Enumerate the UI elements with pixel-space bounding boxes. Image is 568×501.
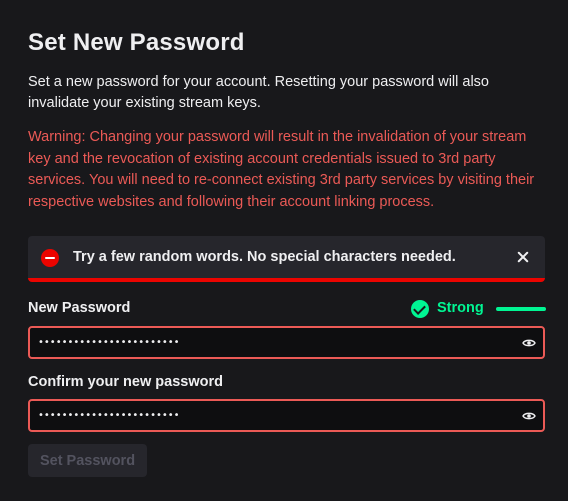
confirm-password-input[interactable]: [38, 401, 508, 430]
eye-icon[interactable]: [522, 336, 536, 350]
eye-icon[interactable]: [522, 409, 536, 423]
strength-bar: [496, 307, 546, 311]
confirm-password-field-wrapper: [28, 399, 545, 432]
error-icon: [41, 249, 59, 267]
new-password-field-wrapper: [28, 326, 545, 359]
dialog-title: Set New Password: [28, 29, 245, 56]
check-circle-icon: [411, 300, 429, 318]
error-toast: Try a few random words. No special chara…: [28, 236, 545, 282]
toast-message: Try a few random words. No special chara…: [73, 249, 456, 265]
set-password-button[interactable]: Set Password: [28, 444, 147, 477]
set-password-dialog: Set New Password Set a new password for …: [0, 0, 568, 501]
dialog-description: Set a new password for your account. Res…: [28, 74, 489, 111]
strength-label: Strong: [437, 300, 484, 316]
warning-text: Warning: Changing your password will res…: [28, 129, 535, 210]
close-icon[interactable]: [513, 247, 533, 267]
new-password-input[interactable]: [38, 328, 508, 357]
password-strength-indicator: Strong: [411, 300, 546, 318]
new-password-label: New Password: [28, 300, 131, 316]
confirm-password-label: Confirm your new password: [28, 374, 223, 390]
